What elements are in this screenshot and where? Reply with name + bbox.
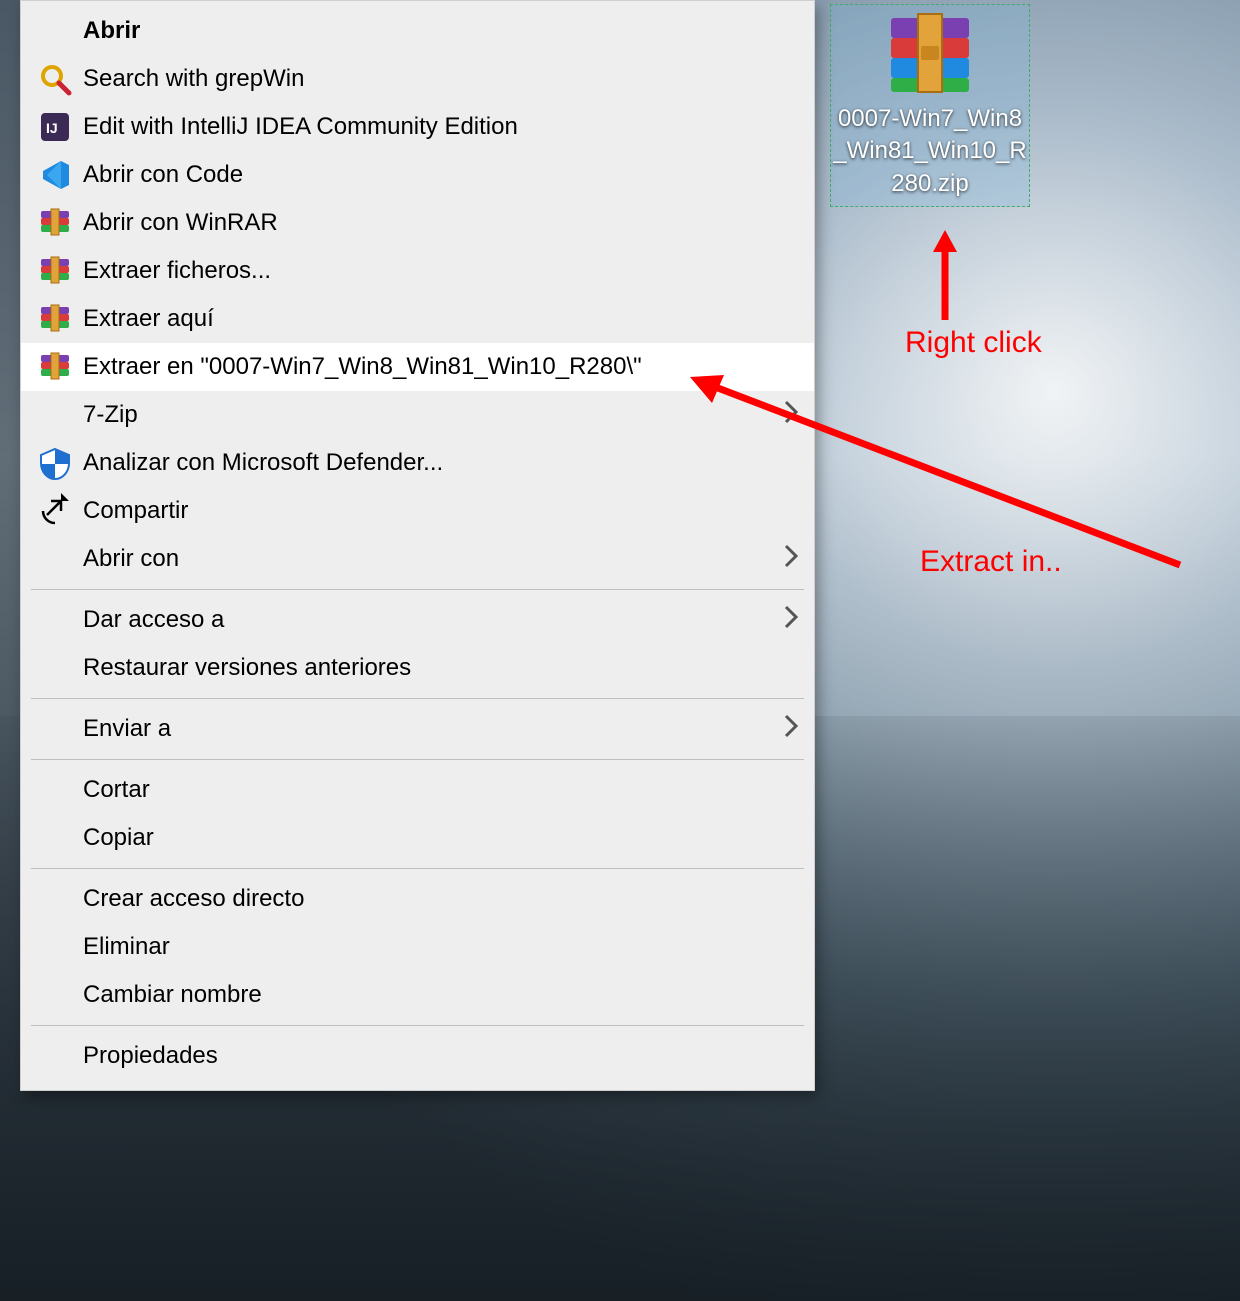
menu-item-openwith[interactable]: Abrir con <box>21 535 814 583</box>
blank-icon <box>31 648 79 688</box>
menu-item-share[interactable]: Compartir <box>21 487 814 535</box>
menu-item-label: Copiar <box>83 824 800 852</box>
blank-icon <box>31 709 79 749</box>
menu-item-vscode[interactable]: Abrir con Code <box>21 151 814 199</box>
context-menu: Abrir Search with grepWin Edit with Intell… <box>20 0 815 1091</box>
blank-icon <box>31 818 79 858</box>
menu-item-label: Extraer ficheros... <box>83 257 800 285</box>
menu-item-label: Cortar <box>83 776 800 804</box>
menu-item-restore[interactable]: Restaurar versiones anteriores <box>21 644 814 692</box>
chevron-right-icon <box>782 542 800 577</box>
menu-item-sendto[interactable]: Enviar a <box>21 705 814 753</box>
desktop-file-icon[interactable]: 0007-Win7_Win8_Win81_Win10_R280.zip <box>830 4 1030 207</box>
menu-item-open[interactable]: Abrir <box>21 7 814 55</box>
menu-item-cut[interactable]: Cortar <box>21 766 814 814</box>
menu-item-grepwin[interactable]: Search with grepWin <box>21 55 814 103</box>
menu-separator <box>31 868 804 869</box>
menu-item-label: Eliminar <box>83 933 800 961</box>
menu-item-copy[interactable]: Copiar <box>21 814 814 862</box>
desktop-file-label: 0007-Win7_Win8_Win81_Win10_R280.zip <box>833 103 1027 200</box>
menu-item-label: Extraer aquí <box>83 305 800 333</box>
winrar-icon <box>31 347 79 387</box>
winrar-icon <box>31 299 79 339</box>
menu-item-winrar-extract[interactable]: Extraer ficheros... <box>21 247 814 295</box>
chevron-right-icon <box>782 398 800 433</box>
blank-icon <box>31 1036 79 1076</box>
menu-separator <box>31 759 804 760</box>
menu-item-label: Compartir <box>83 497 800 525</box>
menu-item-7zip[interactable]: 7-Zip <box>21 391 814 439</box>
chevron-right-icon <box>782 712 800 747</box>
blank-icon <box>31 975 79 1015</box>
menu-item-label: Crear acceso directo <box>83 885 800 913</box>
share-icon <box>31 491 79 531</box>
menu-separator <box>31 698 804 699</box>
menu-item-label: 7-Zip <box>83 401 774 429</box>
menu-item-defender[interactable]: Analizar con Microsoft Defender... <box>21 439 814 487</box>
search-icon <box>31 59 79 99</box>
menu-item-label: Abrir con Code <box>83 161 800 189</box>
menu-item-giveaccess[interactable]: Dar acceso a <box>21 596 814 644</box>
shield-icon <box>31 443 79 483</box>
vscode-icon <box>31 155 79 195</box>
menu-item-label: Abrir con WinRAR <box>83 209 800 237</box>
menu-item-label: Edit with IntelliJ IDEA Community Editio… <box>83 113 800 141</box>
blank-icon <box>31 11 79 51</box>
blank-icon <box>31 600 79 640</box>
menu-separator <box>31 1025 804 1026</box>
menu-item-intellij[interactable]: Edit with IntelliJ IDEA Community Editio… <box>21 103 814 151</box>
blank-icon <box>31 879 79 919</box>
menu-item-label: Restaurar versiones anteriores <box>83 654 800 682</box>
blank-icon <box>31 539 79 579</box>
winrar-icon <box>31 203 79 243</box>
menu-item-label: Cambiar nombre <box>83 981 800 1009</box>
menu-item-label: Abrir con <box>83 545 774 573</box>
chevron-right-icon <box>782 603 800 638</box>
menu-item-shortcut[interactable]: Crear acceso directo <box>21 875 814 923</box>
menu-item-winrar-to[interactable]: Extraer en "0007-Win7_Win8_Win81_Win10_R… <box>21 343 814 391</box>
menu-item-label: Search with grepWin <box>83 65 800 93</box>
menu-item-label: Propiedades <box>83 1042 800 1070</box>
menu-item-label: Enviar a <box>83 715 774 743</box>
menu-item-properties[interactable]: Propiedades <box>21 1032 814 1080</box>
menu-separator <box>31 589 804 590</box>
menu-item-label: Dar acceso a <box>83 606 774 634</box>
menu-item-label: Analizar con Microsoft Defender... <box>83 449 800 477</box>
intellij-icon <box>31 107 79 147</box>
menu-item-label: Extraer en "0007-Win7_Win8_Win81_Win10_R… <box>83 353 800 381</box>
menu-item-delete[interactable]: Eliminar <box>21 923 814 971</box>
menu-item-label: Abrir <box>83 17 800 45</box>
menu-item-winrar-here[interactable]: Extraer aquí <box>21 295 814 343</box>
menu-item-rename[interactable]: Cambiar nombre <box>21 971 814 1019</box>
blank-icon <box>31 927 79 967</box>
blank-icon <box>31 395 79 435</box>
winrar-archive-icon <box>882 9 978 99</box>
blank-icon <box>31 770 79 810</box>
menu-item-winrar-open[interactable]: Abrir con WinRAR <box>21 199 814 247</box>
winrar-icon <box>31 251 79 291</box>
